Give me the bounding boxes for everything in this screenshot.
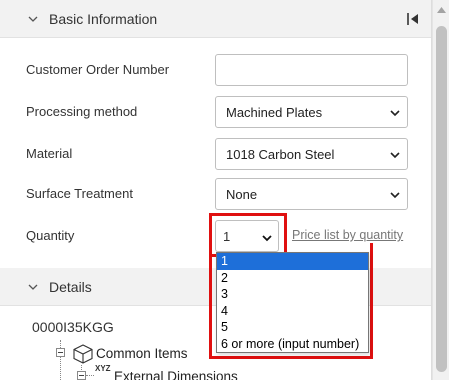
material-select[interactable]: 1018 Carbon Steel <box>215 138 408 170</box>
part-code: 0000I35KGG <box>32 319 114 335</box>
price-list-link[interactable]: Price list by quantity <box>292 228 403 242</box>
tree-connector <box>86 375 94 376</box>
quantity-label: Quantity <box>26 228 75 243</box>
chevron-down-icon <box>390 152 400 159</box>
quantity-option[interactable]: 3 <box>217 286 368 303</box>
cube-icon <box>73 344 93 364</box>
vertical-scrollbar[interactable] <box>432 0 449 380</box>
customer-order-label: Customer Order Number <box>26 62 170 77</box>
section-title: Basic Information <box>49 10 158 27</box>
scroll-up-icon[interactable] <box>437 7 446 13</box>
section-title: Details <box>49 278 92 295</box>
tree-collapse-toggle[interactable] <box>77 371 86 380</box>
quantity-option[interactable]: 4 <box>217 303 368 320</box>
customer-order-input[interactable] <box>215 54 408 86</box>
tree-connector <box>60 340 61 380</box>
tree-collapse-toggle[interactable] <box>56 348 65 357</box>
collapse-panel-icon[interactable] <box>406 12 420 26</box>
xyz-icon: XYZ <box>95 364 111 373</box>
surface-treatment-select[interactable]: None <box>215 178 408 210</box>
tree-item-common-items[interactable]: Common Items <box>96 346 188 361</box>
processing-method-value: Machined Plates <box>226 104 323 120</box>
settings-panel: Basic Information Customer Order Number … <box>0 0 432 380</box>
chevron-down-icon <box>390 192 400 199</box>
quantity-option[interactable]: 2 <box>217 270 368 287</box>
quantity-option[interactable]: 6 or more (input number) <box>217 336 368 353</box>
material-label: Material <box>26 146 73 161</box>
quantity-option[interactable]: 5 <box>217 319 368 336</box>
quantity-option[interactable]: 1 <box>217 253 368 270</box>
basic-information-header[interactable]: Basic Information <box>0 0 431 38</box>
scrollbar-thumb[interactable] <box>436 26 447 372</box>
chevron-down-icon <box>390 110 400 117</box>
surface-treatment-label: Surface Treatment <box>26 186 133 201</box>
processing-method-label: Processing method <box>26 104 138 119</box>
surface-treatment-value: None <box>226 186 258 202</box>
chevron-down-icon <box>28 284 38 290</box>
quantity-dropdown-list: 1 2 3 4 5 6 or more (input number) <box>216 252 369 353</box>
processing-method-select[interactable]: Machined Plates <box>215 96 408 128</box>
tree-item-external-dimensions[interactable]: External Dimensions <box>114 369 238 380</box>
chevron-down-icon <box>28 16 38 22</box>
material-value: 1018 Carbon Steel <box>226 146 335 162</box>
